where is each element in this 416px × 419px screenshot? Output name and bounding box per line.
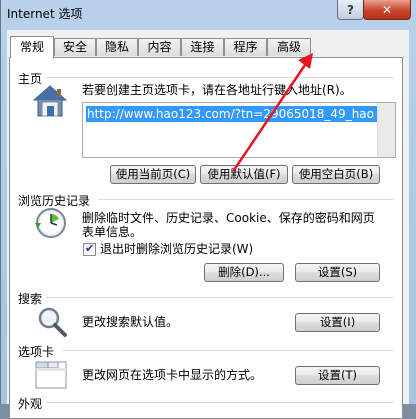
annotation-arrow-icon (232, 53, 313, 172)
tab-general[interactable]: 常规 (10, 36, 54, 58)
internet-options-window: Internet 选项 ? ✕ 常规 安全 隐私 内容 连接 程序 高级 主页 (0, 0, 416, 419)
